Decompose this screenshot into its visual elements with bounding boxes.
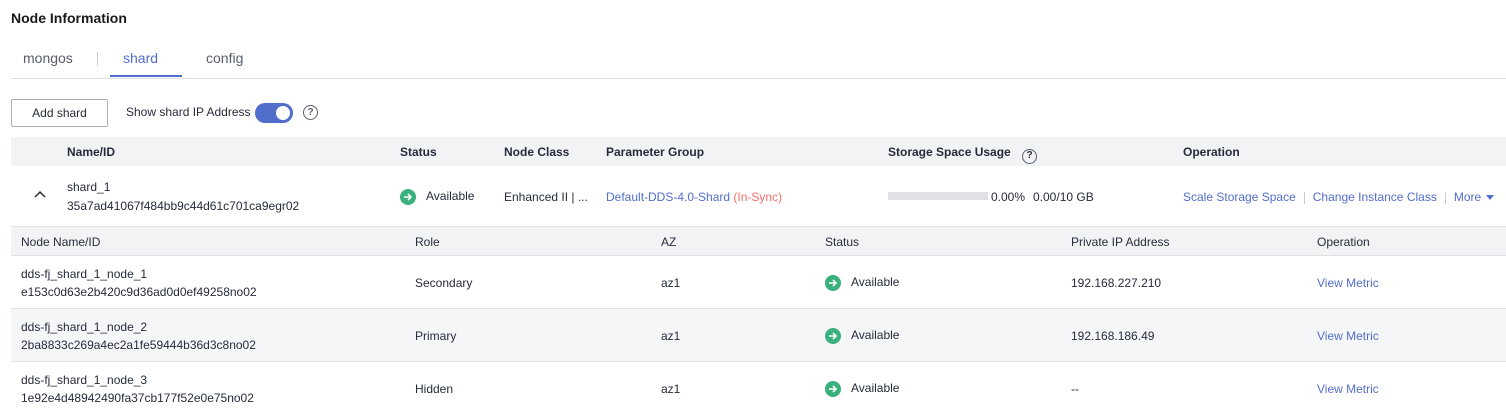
tab-divider [97,52,98,66]
node-name: dds-fj_shard_1_node_3 [21,373,148,387]
col-name-id: Name/ID [67,145,116,159]
help-icon[interactable]: ? [303,105,318,120]
col-node-operation: Operation [1317,235,1370,249]
node-status-text: Available [851,381,900,396]
shard-parameter-group: Default-DDS-4.0-Shard (In-Sync) [606,190,782,204]
node-ip: 192.168.227.210 [1071,276,1162,290]
col-role: Role [415,235,440,249]
chevron-up-icon[interactable] [33,188,47,202]
storage-usage-bar [888,192,988,200]
caret-down-icon [1486,195,1495,201]
storage-used: 0.00/10 GB [1033,190,1094,204]
col-storage-label: Storage Space Usage [888,145,1011,159]
node-az: az1 [661,329,681,343]
table-row: dds-fj_shard_1_node_1 e153c0d63e2b420c9d… [11,256,1506,309]
col-status: Status [400,145,437,159]
tab-mongos[interactable]: mongos [23,50,73,66]
node-status: Available [825,275,899,291]
node-table-header: Node Name/ID Role AZ Status Private IP A… [11,227,1506,256]
shard-node-class: Enhanced II | ... [504,190,588,204]
node-status-text: Available [851,328,900,343]
tab-config[interactable]: config [206,50,243,66]
col-storage: Storage Space Usage ? [888,145,1038,164]
view-metric-link[interactable]: View Metric [1317,329,1379,343]
node-role: Primary [415,329,457,343]
parameter-sync-status: (In-Sync) [733,190,783,204]
shard-name: shard_1 [67,180,111,194]
col-node-class: Node Class [504,145,570,159]
shard-row: shard_1 35a7ad41067f484bb9c44d61c701ca9e… [11,166,1506,227]
table-row: dds-fj_shard_1_node_3 1e92e4d48942490fa3… [11,362,1506,414]
node-id: 1e92e4d48942490fa37cb177f52e0e75no02 [21,391,254,405]
shard-table-header: Name/ID Status Node Class Parameter Grou… [11,137,1506,166]
storage-help-icon[interactable]: ? [1022,148,1038,164]
more-label: More [1453,190,1482,204]
node-name: dds-fj_shard_1_node_2 [21,320,148,334]
show-ip-toggle-label: Show shard IP Address [126,105,251,119]
node-ip: -- [1071,382,1079,396]
scale-storage-link[interactable]: Scale Storage Space [1183,190,1296,204]
more-dropdown[interactable]: More [1453,190,1495,204]
storage-percent: 0.00% [991,190,1026,204]
node-az: az1 [661,276,681,290]
col-node-status: Status [825,235,860,249]
available-icon [825,328,841,344]
change-instance-class-link[interactable]: Change Instance Class [1313,190,1437,204]
col-az: AZ [661,235,677,249]
shard-status: Available [400,189,474,205]
available-icon [400,189,416,205]
node-name: dds-fj_shard_1_node_1 [21,267,148,281]
node-ip: 192.168.186.49 [1071,329,1155,343]
col-parameter-group: Parameter Group [606,145,705,159]
shard-status-text: Available [426,189,475,204]
toggle-knob [276,106,290,120]
node-id: e153c0d63e2b420c9d36ad0d0ef49258no02 [21,285,257,299]
tab-shard[interactable]: shard [123,50,158,66]
action-separator [1444,191,1446,204]
col-node-name-id: Node Name/ID [21,235,101,249]
action-separator [1303,191,1305,204]
available-icon [825,275,841,291]
available-icon [825,381,841,397]
table-row: dds-fj_shard_1_node_2 2ba8833c269a4ec2a1… [11,309,1506,362]
view-metric-link[interactable]: View Metric [1317,276,1379,290]
node-az: az1 [661,382,681,396]
node-status: Available [825,381,899,397]
parameter-group-link[interactable]: Default-DDS-4.0-Shard [606,190,730,204]
col-operation: Operation [1183,145,1240,159]
node-role: Secondary [415,276,473,290]
add-shard-button[interactable]: Add shard [11,99,108,127]
node-status: Available [825,328,899,344]
section-title: Node Information [11,10,127,26]
tab-bar: mongos shard config [11,42,1506,79]
show-ip-toggle[interactable] [255,103,293,123]
node-role: Hidden [415,382,454,396]
view-metric-link[interactable]: View Metric [1317,382,1379,396]
col-private-ip: Private IP Address [1071,235,1170,249]
node-id: 2ba8833c269a4ec2a1fe59444b36d3c8no02 [21,338,256,352]
active-tab-indicator [110,75,182,77]
node-status-text: Available [851,275,900,290]
shard-operations: Scale Storage Space Change Instance Class… [1183,190,1495,204]
shard-id: 35a7ad41067f484bb9c44d61c701ca9egr02 [67,199,300,213]
